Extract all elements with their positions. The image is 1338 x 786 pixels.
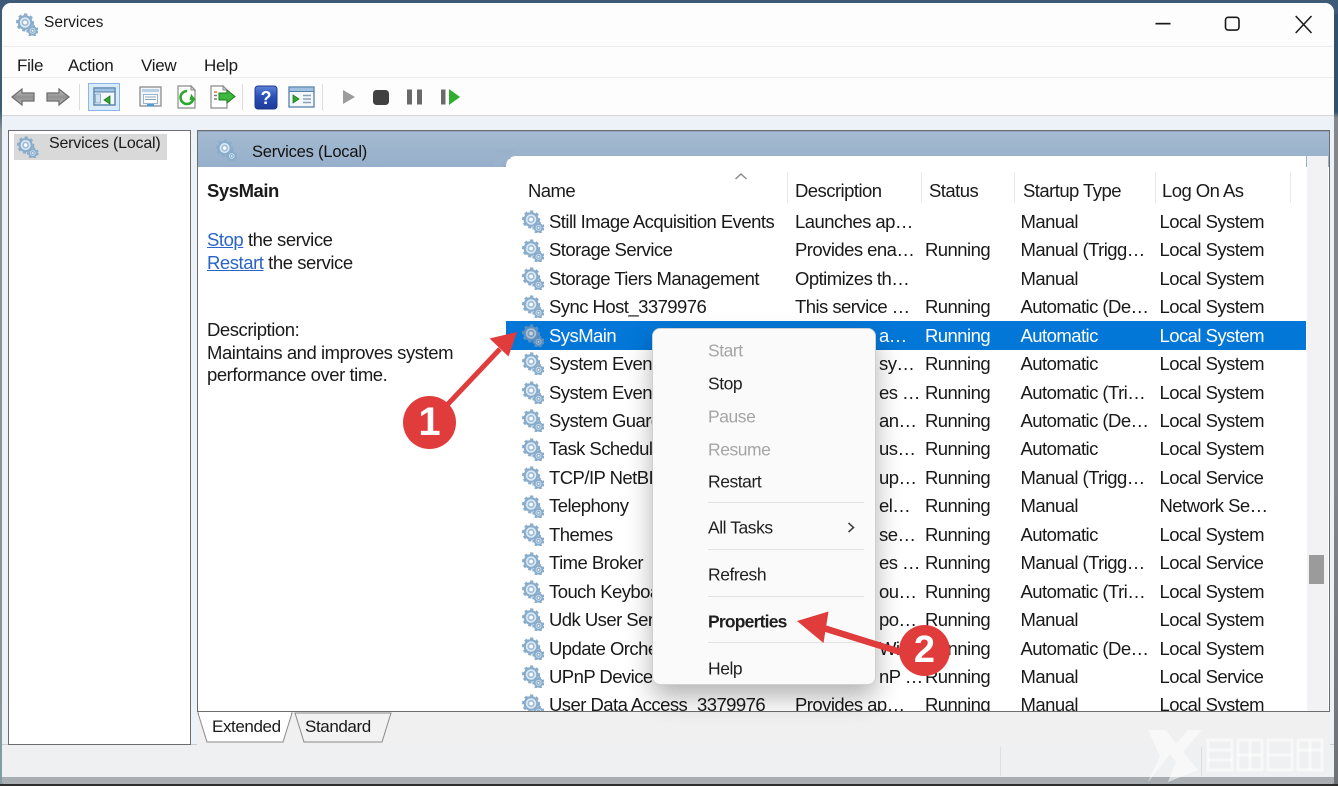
svg-text:?: ? — [261, 88, 272, 108]
